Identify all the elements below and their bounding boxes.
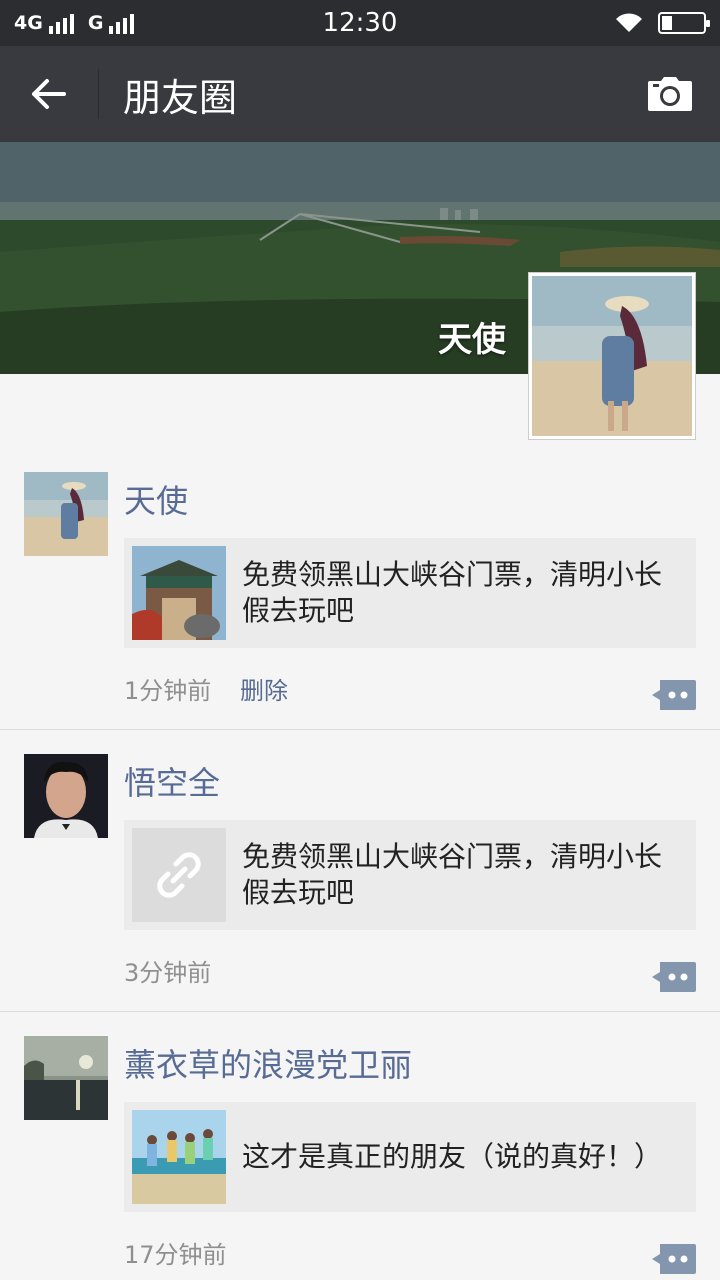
top-navbar: 朋友圈 xyxy=(0,46,720,142)
signal-g: G xyxy=(88,12,135,34)
status-bar: 4G G 12:30 xyxy=(0,0,720,46)
comment-icon xyxy=(652,680,696,710)
comment-button[interactable] xyxy=(652,1244,696,1274)
comment-icon xyxy=(652,1244,696,1274)
link-icon xyxy=(157,852,201,898)
nav-divider xyxy=(98,69,99,119)
wifi-icon xyxy=(616,13,642,32)
status-right xyxy=(614,12,710,34)
shared-link-card[interactable]: 免费领黑山大峡谷门票，清明小长假去玩吧 xyxy=(124,820,696,930)
avatar[interactable] xyxy=(24,1036,108,1120)
camera-icon xyxy=(648,77,692,111)
signal-4g: 4G xyxy=(14,12,74,34)
feed-post: 悟空全 免费领黑山大峡谷门票，清明小长假去玩吧 3分钟前 xyxy=(0,730,720,1012)
signal-area: 4G G xyxy=(14,12,135,34)
moments-feed: 天使 免费领黑山大峡谷门票，清明小长假去玩吧 1分钟前 删除 悟空全 免费领黑山… xyxy=(0,374,720,1280)
back-button[interactable] xyxy=(0,46,98,142)
feed-post: 薰衣草的浪漫党卫丽 这才是真正的朋友（说的真好！） 17分钟前 xyxy=(0,1012,720,1280)
feed-post: 天使 免费领黑山大峡谷门票，清明小长假去玩吧 1分钟前 删除 xyxy=(0,374,720,730)
network-type-label: 4G xyxy=(14,12,43,34)
link-thumbnail xyxy=(132,1110,226,1204)
shared-link-card[interactable]: 这才是真正的朋友（说的真好！） xyxy=(124,1102,696,1212)
signal-bars-icon-2 xyxy=(109,12,135,34)
post-author-name[interactable]: 天使 xyxy=(124,476,188,522)
shared-link-card[interactable]: 免费领黑山大峡谷门票，清明小长假去玩吧 xyxy=(124,538,696,648)
back-arrow-icon xyxy=(32,79,66,109)
link-title: 免费领黑山大峡谷门票，清明小长假去玩吧 xyxy=(242,558,663,627)
cover-username: 天使 xyxy=(438,320,506,360)
camera-button[interactable] xyxy=(620,46,720,142)
comment-icon xyxy=(652,962,696,992)
post-timestamp: 17分钟前 xyxy=(124,1241,227,1269)
post-author-name[interactable]: 悟空全 xyxy=(124,758,220,804)
signal-bars-icon xyxy=(48,12,74,34)
network-type-label-2: G xyxy=(87,12,104,34)
avatar[interactable] xyxy=(24,472,108,556)
post-timestamp: 3分钟前 xyxy=(124,959,212,987)
post-timestamp: 1分钟前 xyxy=(124,677,212,705)
page-title: 朋友圈 xyxy=(123,75,238,120)
battery-icon xyxy=(658,12,710,34)
post-author-name[interactable]: 薰衣草的浪漫党卫丽 xyxy=(124,1040,412,1086)
link-title: 这才是真正的朋友（说的真好！） xyxy=(242,1140,663,1173)
delete-link[interactable]: 删除 xyxy=(240,671,288,706)
comment-button[interactable] xyxy=(652,680,696,710)
link-title: 免费领黑山大峡谷门票，清明小长假去玩吧 xyxy=(242,840,663,909)
link-thumbnail xyxy=(132,546,226,640)
avatar[interactable] xyxy=(24,754,108,838)
comment-button[interactable] xyxy=(652,962,696,992)
link-thumbnail-placeholder xyxy=(132,828,226,922)
